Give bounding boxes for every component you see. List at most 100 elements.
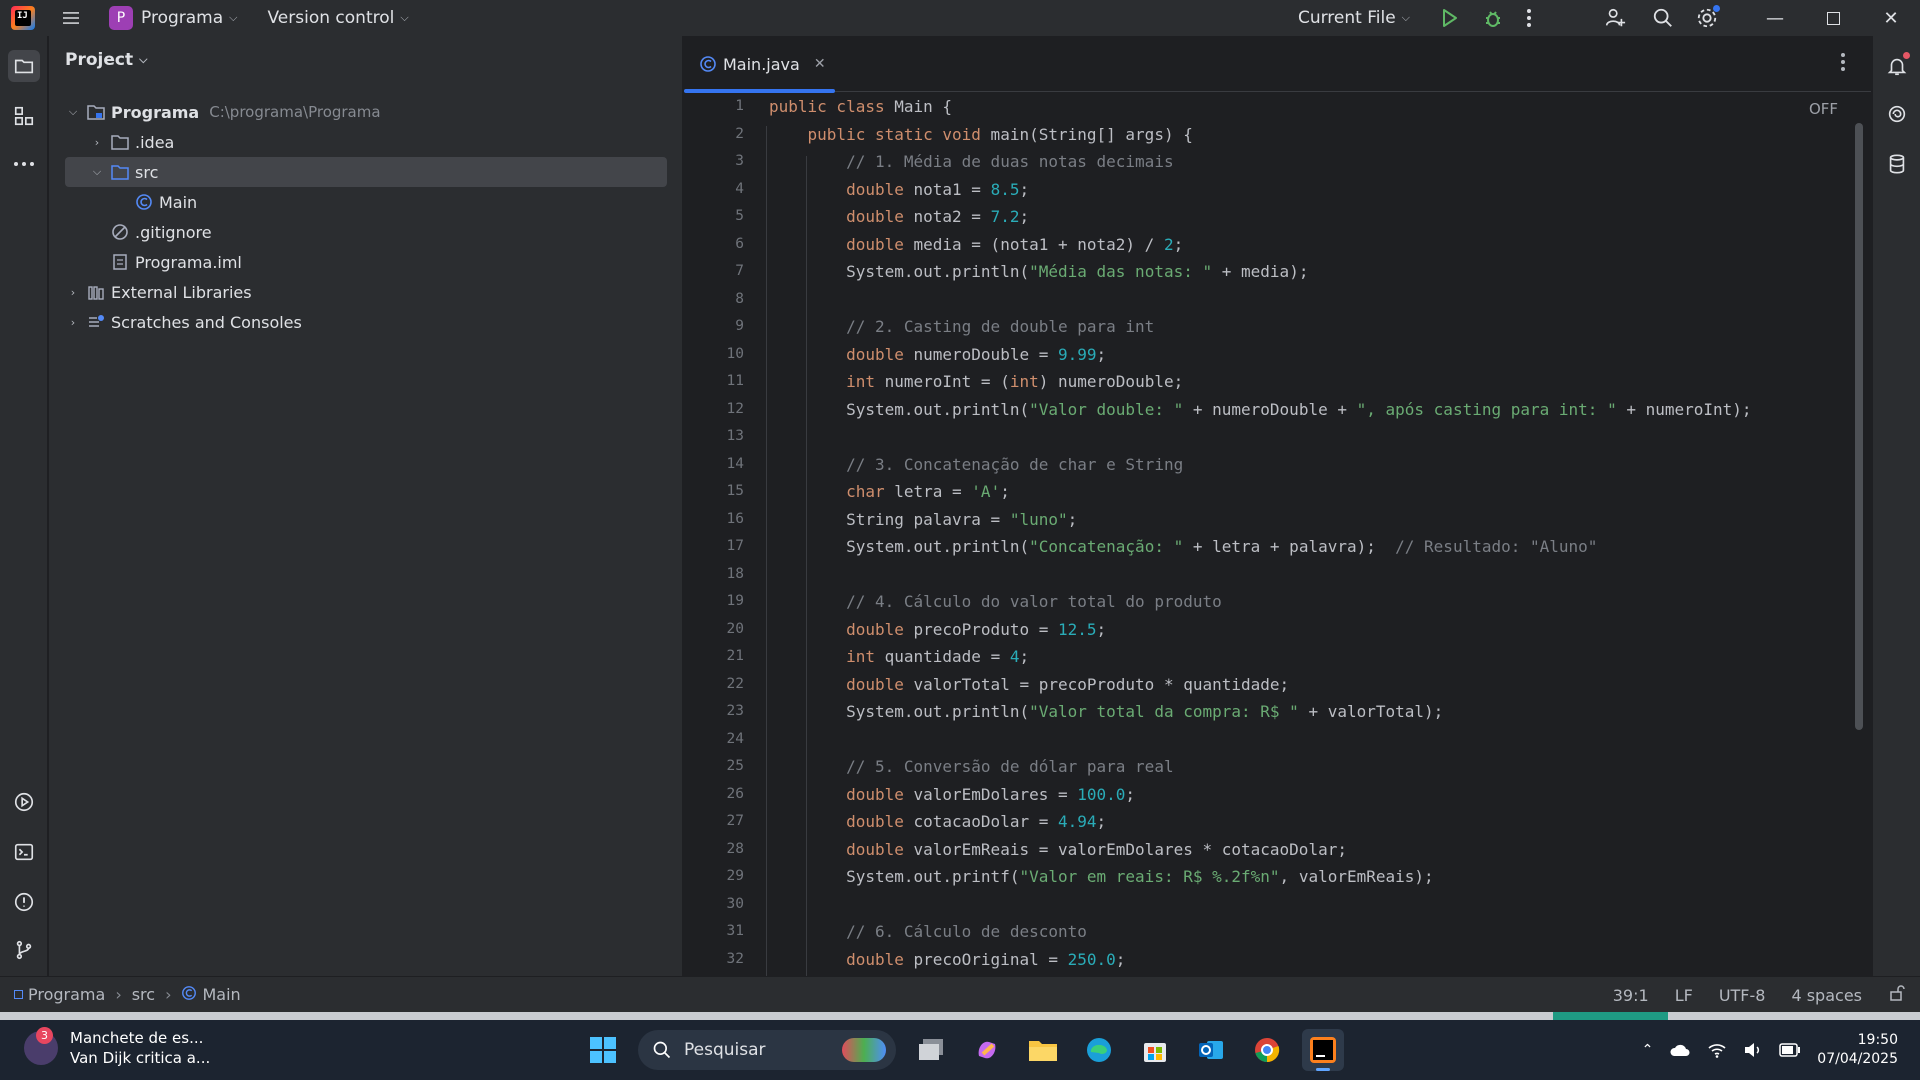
- notifications-button[interactable]: [1881, 50, 1913, 82]
- chrome-button[interactable]: [1246, 1029, 1288, 1071]
- task-view-button[interactable]: [910, 1029, 952, 1071]
- chevron-right-icon[interactable]: ›: [65, 316, 81, 329]
- tree-row-main[interactable]: Main: [65, 187, 667, 217]
- edge-button[interactable]: [1078, 1029, 1120, 1071]
- tree-row-idea[interactable]: › .idea: [65, 127, 667, 157]
- line-number[interactable]: 16: [684, 506, 754, 534]
- chevron-down-icon[interactable]: ⌵: [65, 105, 81, 119]
- caret-position[interactable]: 39:1: [1613, 986, 1649, 1005]
- tree-row-gitignore[interactable]: .gitignore: [65, 217, 667, 247]
- run-button[interactable]: [1430, 4, 1468, 32]
- project-switcher[interactable]: P Programa ⌵: [101, 4, 246, 32]
- tab-actions-button[interactable]: [1840, 52, 1846, 77]
- line-number[interactable]: 23: [684, 698, 754, 726]
- editor-scrollbar[interactable]: [1855, 123, 1863, 730]
- line-number[interactable]: 1: [684, 93, 754, 121]
- line-number[interactable]: 31: [684, 918, 754, 946]
- line-number[interactable]: 19: [684, 588, 754, 616]
- breadcrumb-item[interactable]: Programa: [28, 985, 105, 1004]
- copilot-button[interactable]: [966, 1029, 1008, 1071]
- outlook-button[interactable]: [1190, 1029, 1232, 1071]
- line-number[interactable]: 8: [684, 286, 754, 314]
- code-with-me-button[interactable]: [1596, 4, 1634, 32]
- intellij-logo-icon[interactable]: IJ: [11, 6, 35, 30]
- line-number[interactable]: 3: [684, 148, 754, 176]
- line-number[interactable]: 14: [684, 451, 754, 479]
- problems-tool-button[interactable]: [8, 886, 40, 918]
- line-number[interactable]: 18: [684, 561, 754, 589]
- line-number[interactable]: 32: [684, 946, 754, 974]
- news-widget[interactable]: 3 Manchete de es... Van Dijk critica a..…: [24, 1027, 210, 1068]
- chevron-right-icon[interactable]: ›: [89, 136, 105, 149]
- breadcrumb-item[interactable]: Main: [202, 985, 240, 1004]
- line-number[interactable]: 5: [684, 203, 754, 231]
- line-number[interactable]: 20: [684, 616, 754, 644]
- volume-icon[interactable]: [1743, 1042, 1763, 1058]
- taskbar-search[interactable]: Pesquisar: [638, 1030, 896, 1070]
- more-actions-button[interactable]: [1518, 4, 1540, 32]
- tree-row-src[interactable]: ⌵ src: [65, 157, 667, 187]
- ai-assistant-button[interactable]: [1881, 98, 1913, 130]
- tree-row-project-root[interactable]: ⌵ Programa C:\programa\Programa: [65, 97, 667, 127]
- project-tool-button[interactable]: [8, 50, 40, 82]
- line-number[interactable]: 26: [684, 781, 754, 809]
- database-button[interactable]: [1881, 148, 1913, 180]
- store-button[interactable]: [1134, 1029, 1176, 1071]
- tree-row-iml[interactable]: Programa.iml: [65, 247, 667, 277]
- line-number[interactable]: 24: [684, 726, 754, 754]
- line-number[interactable]: 4: [684, 176, 754, 204]
- line-number[interactable]: 13: [684, 423, 754, 451]
- indent-setting[interactable]: 4 spaces: [1791, 986, 1862, 1005]
- line-number[interactable]: 7: [684, 258, 754, 286]
- chevron-right-icon[interactable]: ›: [65, 286, 81, 299]
- line-number[interactable]: 17: [684, 533, 754, 561]
- line-number[interactable]: 29: [684, 863, 754, 891]
- git-tool-button[interactable]: [8, 934, 40, 966]
- file-explorer-button[interactable]: [1022, 1029, 1064, 1071]
- tree-row-external-libraries[interactable]: › External Libraries: [65, 277, 667, 307]
- line-number[interactable]: 28: [684, 836, 754, 864]
- line-number[interactable]: 22: [684, 671, 754, 699]
- file-encoding[interactable]: UTF-8: [1719, 986, 1766, 1005]
- more-tools-button[interactable]: [8, 148, 40, 180]
- settings-button[interactable]: [1688, 4, 1726, 32]
- version-control-menu[interactable]: Version control ⌵: [260, 4, 417, 32]
- run-config-selector[interactable]: Current File ⌵: [1290, 4, 1418, 32]
- breadcrumb-item[interactable]: src: [132, 985, 155, 1004]
- wifi-icon[interactable]: [1707, 1042, 1727, 1058]
- main-menu-button[interactable]: [55, 4, 87, 32]
- tree-row-scratches[interactable]: › Scratches and Consoles: [65, 307, 667, 337]
- structure-tool-button[interactable]: [8, 100, 40, 132]
- search-everywhere-button[interactable]: [1644, 4, 1682, 32]
- onedrive-icon[interactable]: [1669, 1042, 1691, 1058]
- maximize-button[interactable]: [1804, 0, 1862, 36]
- line-number[interactable]: 2: [684, 121, 754, 149]
- line-number[interactable]: 9: [684, 313, 754, 341]
- terminal-tool-button[interactable]: [8, 836, 40, 868]
- services-tool-button[interactable]: [8, 786, 40, 818]
- line-number[interactable]: 21: [684, 643, 754, 671]
- line-number[interactable]: 30: [684, 891, 754, 919]
- read-only-toggle[interactable]: [1888, 984, 1906, 1006]
- tab-main-java[interactable]: Main.java ✕: [684, 36, 835, 93]
- code-area[interactable]: public class Main { public static void m…: [769, 93, 1829, 976]
- start-button[interactable]: [582, 1029, 624, 1071]
- chevron-up-icon[interactable]: ⌃: [1642, 1042, 1654, 1058]
- clock[interactable]: 19:50 07/04/2025: [1817, 1031, 1898, 1069]
- debug-button[interactable]: [1474, 4, 1512, 32]
- line-number[interactable]: 10: [684, 341, 754, 369]
- line-number[interactable]: 25: [684, 753, 754, 781]
- close-window-button[interactable]: ✕: [1862, 0, 1920, 36]
- line-number[interactable]: 6: [684, 231, 754, 259]
- line-number[interactable]: 27: [684, 808, 754, 836]
- minimize-button[interactable]: —: [1746, 0, 1804, 36]
- close-tab-icon[interactable]: ✕: [814, 56, 826, 72]
- line-number[interactable]: 12: [684, 396, 754, 424]
- battery-icon[interactable]: [1779, 1043, 1801, 1057]
- line-number[interactable]: 11: [684, 368, 754, 396]
- line-ending[interactable]: LF: [1675, 986, 1693, 1005]
- intellij-taskbar-button[interactable]: [1302, 1029, 1344, 1071]
- project-panel-header[interactable]: Project ⌵: [65, 50, 147, 70]
- line-number[interactable]: 15: [684, 478, 754, 506]
- chevron-down-icon[interactable]: ⌵: [89, 165, 105, 179]
